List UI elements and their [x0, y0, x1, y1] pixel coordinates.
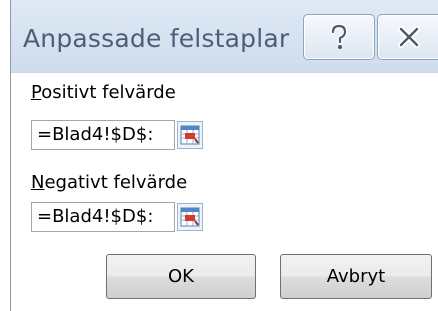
positive-range-collapse-button[interactable] [177, 121, 203, 149]
range-collapse-icon [180, 125, 200, 145]
negative-error-value-label: Negativt felvärde [31, 172, 187, 193]
help-icon [330, 24, 348, 49]
positive-error-value-input[interactable]: =Blad4!$D$: [31, 120, 175, 150]
negative-range-collapse-button[interactable] [177, 203, 203, 231]
negative-label-text: egativt felvärde [44, 172, 188, 193]
custom-error-bars-dialog: Anpassade felstaplar Positivt felvärde =… [10, 0, 438, 311]
ok-button[interactable]: OK [106, 254, 256, 299]
close-icon [398, 26, 420, 48]
cancel-button[interactable]: Avbryt [280, 254, 432, 299]
positive-label-text: ositivt felvärde [41, 82, 176, 103]
help-button[interactable] [303, 14, 375, 60]
range-collapse-icon [180, 207, 200, 227]
negative-error-value-input[interactable]: =Blad4!$D$: [31, 202, 175, 232]
title-bar: Anpassade felstaplar [11, 0, 438, 73]
positive-error-value-label: Positivt felvärde [31, 82, 176, 103]
dialog-title: Anpassade felstaplar [23, 24, 290, 53]
dialog-body: Positivt felvärde =Blad4!$D$: Negativt f… [11, 73, 438, 311]
close-button[interactable] [377, 14, 438, 60]
negative-label-accelerator: N [31, 172, 45, 193]
positive-label-accelerator: P [31, 82, 42, 103]
